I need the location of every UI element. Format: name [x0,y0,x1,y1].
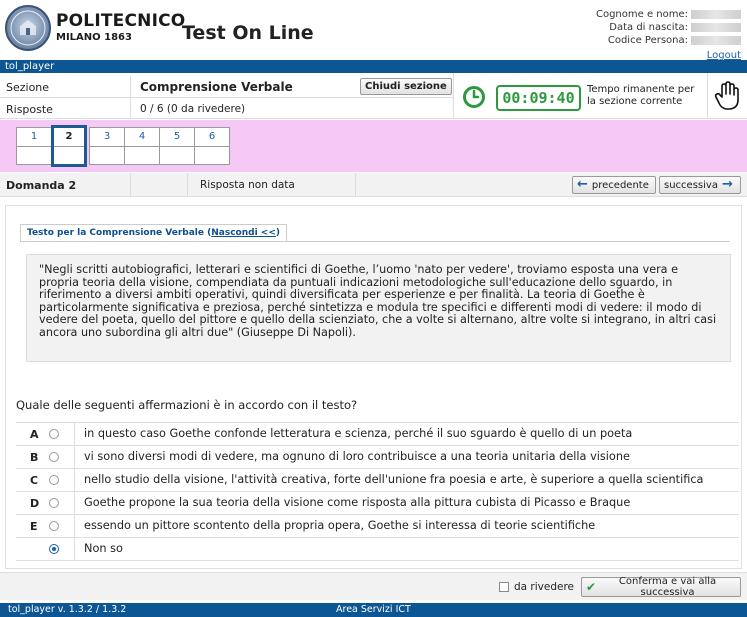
risposte-value: 0 / 6 (0 da rivedere) [140,103,246,115]
radio-icon[interactable] [49,475,59,485]
answer-list: A in questo caso Goethe confonde lettera… [16,422,739,561]
answer-option-c[interactable]: C nello studio della visione, l'attività… [16,469,739,492]
risposte-label: Risposte [6,103,53,116]
answer-option-a[interactable]: A in questo caso Goethe confonde lettera… [16,423,739,446]
radio-icon[interactable] [49,521,59,531]
section-info: Sezione Comprensione Verbale Chiudi sezi… [0,73,747,119]
sezione-value: Comprensione Verbale [140,80,293,94]
arrow-left-icon: ← [577,177,588,192]
top-bar: tol_player [0,60,747,73]
question-header-row: Domanda 2 Risposta non data ← precedente… [0,173,747,197]
review-label: da rivedere [514,581,575,593]
question-nav-item[interactable]: 1 [16,127,52,165]
answer-option-non-so[interactable]: Non so [16,538,739,561]
clock-icon [462,85,486,112]
redacted-value [691,23,741,32]
question-nav-item[interactable]: 4 [124,127,160,165]
hide-passage-link[interactable]: Nascondi << [211,228,276,238]
question-card: Testo per la Comprensione Verbale (Nasco… [5,205,742,569]
footer: tol_player v. 1.3.2 / 1.3.2 Area Servizi… [0,603,747,617]
hand-icon[interactable] [714,81,740,114]
radio-icon[interactable] [49,452,59,462]
countdown-timer: 00:09:40 [496,85,581,111]
question-nav-item[interactable]: 3 [89,127,125,165]
user-name-label: Cognome e nome: [595,9,688,20]
radio-selected-icon[interactable] [49,544,59,554]
confirm-next-button[interactable]: ✔ Conferma e vai alla successiva [581,576,741,598]
area-label: Area Servizi ICT [336,604,411,615]
politecnico-logo-icon [5,5,51,51]
brand-name: POLITECNICO [56,11,186,31]
app-title: Test On Line [182,22,314,44]
brand: POLITECNICO MILANO 1863 [56,12,185,43]
answer-option-e[interactable]: E essendo un pittore scontento della pro… [16,515,739,538]
brand-subtitle: MILANO 1863 [56,32,132,43]
question-nav-item-current[interactable]: 2 [51,125,87,167]
answer-option-b[interactable]: B vi sono diversi modi di vedere, ma ogn… [16,446,739,469]
question-nav-item[interactable]: 5 [159,127,195,165]
app-header: POLITECNICO MILANO 1863 Test On Line Cog… [0,0,747,62]
next-button[interactable]: successiva → [659,176,741,194]
arrow-right-icon: → [721,177,733,192]
version-label: tol_player v. 1.3.2 / 1.3.2 [8,604,127,615]
review-checkbox[interactable] [499,582,509,592]
radio-icon[interactable] [49,498,59,508]
question-number: Domanda 2 [6,179,77,192]
previous-button[interactable]: ← precedente [572,176,656,194]
timer-caption: Tempo rimanente per la sezione corrente [587,84,695,107]
answer-option-d[interactable]: D Goethe propone la sua teoria della vis… [16,492,739,515]
close-section-button[interactable]: Chiudi sezione [360,78,452,95]
passage-text: "Negli scritti autobiografici, letterari… [26,254,731,362]
user-info: Cognome e nome: Data di nascita: Codice … [596,8,741,62]
question-navigator: 1 2 3 4 5 6 [0,120,747,172]
checkmark-icon: ✔ [586,580,597,594]
question-text: Quale delle seguenti affermazioni è in a… [16,398,358,412]
passage-tab: Testo per la Comprensione Verbale (Nasco… [20,224,287,241]
redacted-value [691,36,741,45]
birth-date-label: Data di nascita: [609,22,688,33]
redacted-value [691,10,741,19]
radio-icon[interactable] [49,429,59,439]
person-code-label: Codice Persona: [607,35,688,46]
bottom-action-bar: da rivedere ✔ Conferma e vai alla succes… [0,572,747,600]
question-nav-item[interactable]: 6 [194,127,230,165]
answer-status: Risposta non data [200,179,295,191]
sezione-label: Sezione [6,81,50,94]
